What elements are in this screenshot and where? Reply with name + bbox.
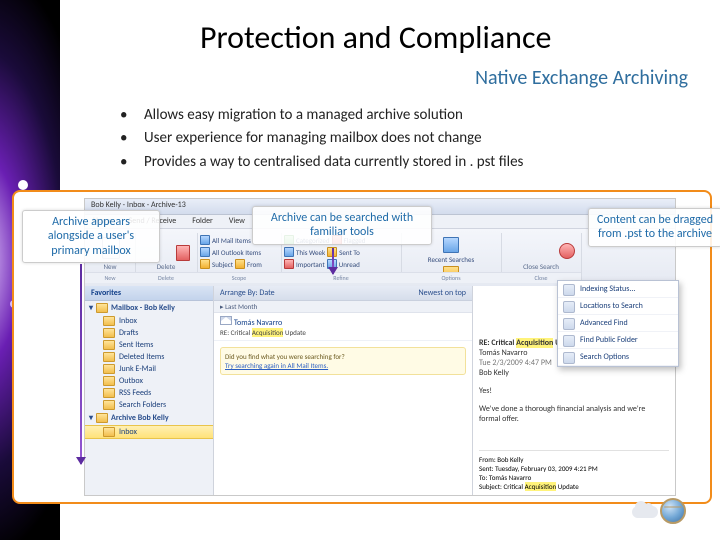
nav-archive-inbox[interactable]: Inbox bbox=[85, 425, 213, 439]
sort-order[interactable]: Newest on top bbox=[418, 288, 466, 298]
sig-from: From: Bob Kelly bbox=[479, 455, 669, 464]
scope-subject[interactable]: Subject bbox=[200, 259, 233, 269]
menu-searchopts[interactable]: Search Options bbox=[558, 349, 678, 366]
nav-drafts[interactable]: Drafts bbox=[85, 327, 213, 339]
cloud-icon bbox=[632, 506, 658, 518]
menu-indexing[interactable]: Indexing Status... bbox=[558, 281, 678, 298]
page-title: Protection and Compliance bbox=[200, 18, 551, 57]
menu-advfind[interactable]: Advanced Find bbox=[558, 315, 678, 332]
nav-pane: Favorites ▾ Mailbox - Bob Kelly Inbox Dr… bbox=[85, 286, 214, 495]
recent-searches[interactable] bbox=[443, 237, 459, 253]
read-body-1: Yes! bbox=[479, 386, 669, 396]
callout-archive-search: Archive can be searched with familiar to… bbox=[252, 206, 432, 245]
read-to: Bob Kelly bbox=[479, 368, 669, 378]
refine-important[interactable]: Important bbox=[284, 259, 325, 269]
search-again-link[interactable]: Try searching again in All Mail Items. bbox=[225, 361, 328, 370]
nav-rss[interactable]: RSS Feeds bbox=[85, 387, 213, 399]
nav-mailbox[interactable]: ▾ Mailbox - Bob Kelly bbox=[85, 301, 213, 315]
nav-searchfolders[interactable]: Search Folders bbox=[85, 399, 213, 411]
bullet-list: •Allows easy migration to a managed arch… bbox=[120, 104, 523, 174]
callout-archive-appears: Archive appears alongside a user's prima… bbox=[22, 210, 160, 263]
message-item[interactable]: Tomás Navarro RE: Critical Acquisition U… bbox=[214, 313, 472, 341]
nav-outbox[interactable]: Outbox bbox=[85, 375, 213, 387]
scope-from[interactable]: From bbox=[235, 259, 262, 269]
callout-content-drag: Content can be dragged from .pst to the … bbox=[588, 208, 720, 247]
nav-sent[interactable]: Sent Items bbox=[85, 339, 213, 351]
page-subtitle: Native Exchange Archiving bbox=[475, 66, 688, 90]
menu-locations[interactable]: Locations to Search bbox=[558, 298, 678, 315]
search-tools-menu: Indexing Status... Locations to Search A… bbox=[557, 280, 679, 367]
ribbon-group-close: Close Search Close bbox=[501, 233, 582, 283]
message-list: Arrange By: Date Newest on top ▸ Last Mo… bbox=[214, 286, 473, 495]
arrow-2 bbox=[332, 248, 334, 274]
read-body-3: formal offer. bbox=[479, 414, 669, 424]
sig-sent: Sent: Tuesday, February 03, 2009 4:21 PM bbox=[479, 464, 669, 473]
sig-to: To: Tomás Navarro bbox=[479, 473, 669, 482]
arrow-1 bbox=[80, 264, 82, 464]
bullet-3: Provides a way to centralised data curre… bbox=[144, 151, 523, 174]
nav-inbox[interactable]: Inbox bbox=[85, 315, 213, 327]
read-body-2: We've done a thorough financial analysis… bbox=[479, 404, 669, 414]
scope-alloutlook[interactable]: All Outlook Items bbox=[200, 247, 261, 257]
globe-icon bbox=[660, 498, 686, 524]
bullet-2: User experience for managing mailbox doe… bbox=[144, 127, 482, 150]
nav-junk[interactable]: Junk E-Mail bbox=[85, 363, 213, 375]
close-search-button[interactable]: Close Search bbox=[501, 263, 581, 270]
arrange-by[interactable]: Arrange By: Date bbox=[220, 288, 275, 298]
search-hint: Did you find what you were searching for… bbox=[220, 347, 466, 375]
reading-pane: Indexing Status... Locations to Search A… bbox=[473, 286, 675, 495]
scope-allmail[interactable]: All Mail Items bbox=[200, 235, 251, 245]
bullet-1: Allows easy migration to a managed archi… bbox=[144, 104, 463, 127]
refine-thisweek[interactable]: This Week bbox=[284, 247, 325, 257]
date-group[interactable]: ▸ Last Month bbox=[214, 301, 472, 313]
new-button[interactable]: New bbox=[85, 263, 135, 270]
nav-archive[interactable]: ▾ Archive Bob Kelly bbox=[85, 411, 213, 425]
nav-deleted[interactable]: Deleted Items bbox=[85, 351, 213, 363]
nav-favorites[interactable]: Favorites bbox=[85, 286, 213, 301]
menu-findpublic[interactable]: Find Public Folder bbox=[558, 332, 678, 349]
tab-folder[interactable]: Folder bbox=[184, 215, 221, 228]
tab-view[interactable]: View bbox=[221, 215, 253, 228]
delete-button[interactable]: Delete bbox=[135, 263, 197, 270]
recent-searches-label[interactable]: Recent Searches bbox=[428, 255, 474, 264]
